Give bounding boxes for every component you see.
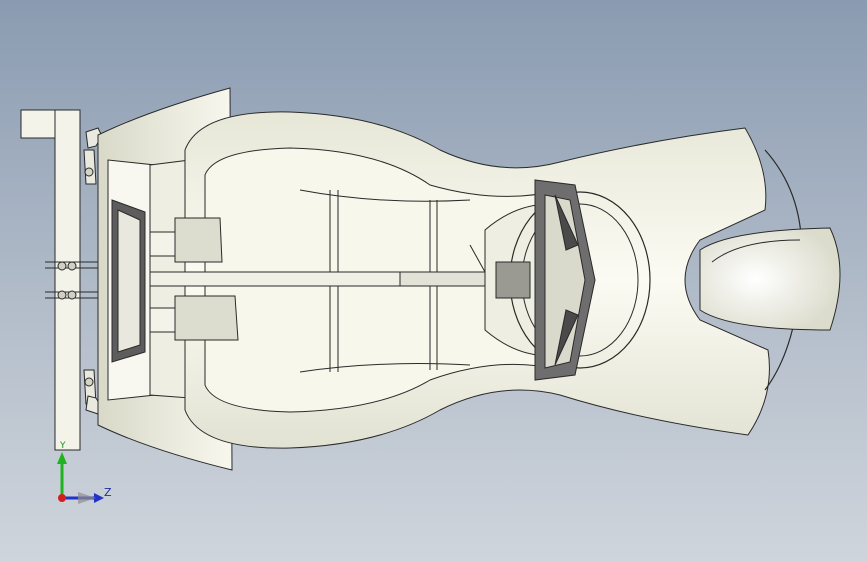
y-axis-arrow-icon [57,452,67,464]
cad-graphics-viewport[interactable]: Y Z [0,0,867,562]
axis-z-label: Z [104,486,112,499]
x-axis-origin-icon [58,494,66,502]
axis-triad [57,452,104,504]
axis-y-label: Y [60,441,66,451]
car-seat-model[interactable] [0,0,867,562]
